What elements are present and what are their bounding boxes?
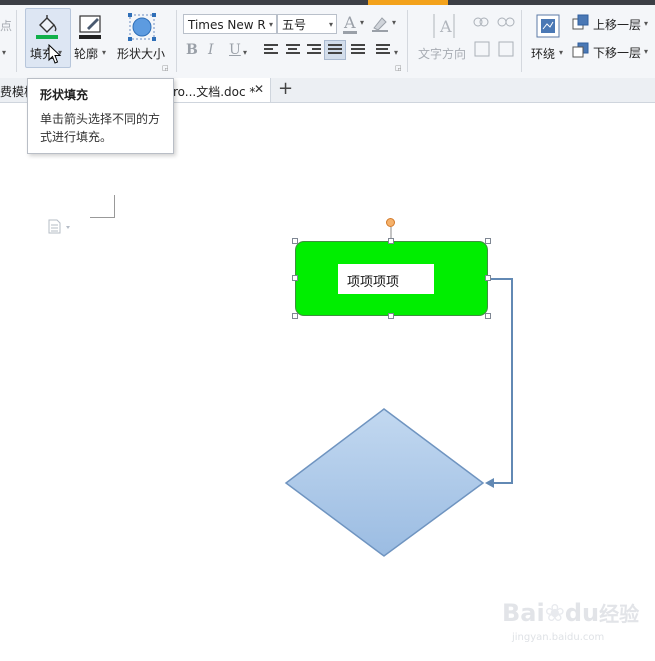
connector-arrowhead — [485, 478, 494, 488]
resize-handle-se[interactable] — [485, 313, 491, 319]
watermark-brand2: du — [564, 599, 600, 627]
watermark-brand-cn: 经验 — [599, 602, 640, 626]
rotation-handle[interactable] — [386, 218, 395, 227]
resize-handle-n[interactable] — [388, 238, 394, 244]
watermark-url: jingyan.baidu.com — [512, 632, 605, 643]
watermark-logo: Bai❀du经验 — [502, 598, 639, 627]
connector-line[interactable] — [489, 278, 513, 484]
shape-text-box[interactable]: 项项项项 — [338, 264, 434, 294]
resize-handle-nw[interactable] — [292, 238, 298, 244]
watermark-paw-icon: ❀ — [544, 599, 565, 627]
shape-text: 项项项项 — [347, 275, 400, 290]
resize-handle-w[interactable] — [292, 275, 298, 281]
resize-handle-ne[interactable] — [485, 238, 491, 244]
resize-handle-e[interactable] — [485, 275, 491, 281]
flowchart-canvas — [284, 227, 513, 557]
decision-diamond-shape[interactable] — [284, 408, 485, 557]
resize-handle-s[interactable] — [388, 313, 394, 319]
resize-handle-sw[interactable] — [292, 313, 298, 319]
watermark-brand: Bai — [502, 599, 545, 627]
